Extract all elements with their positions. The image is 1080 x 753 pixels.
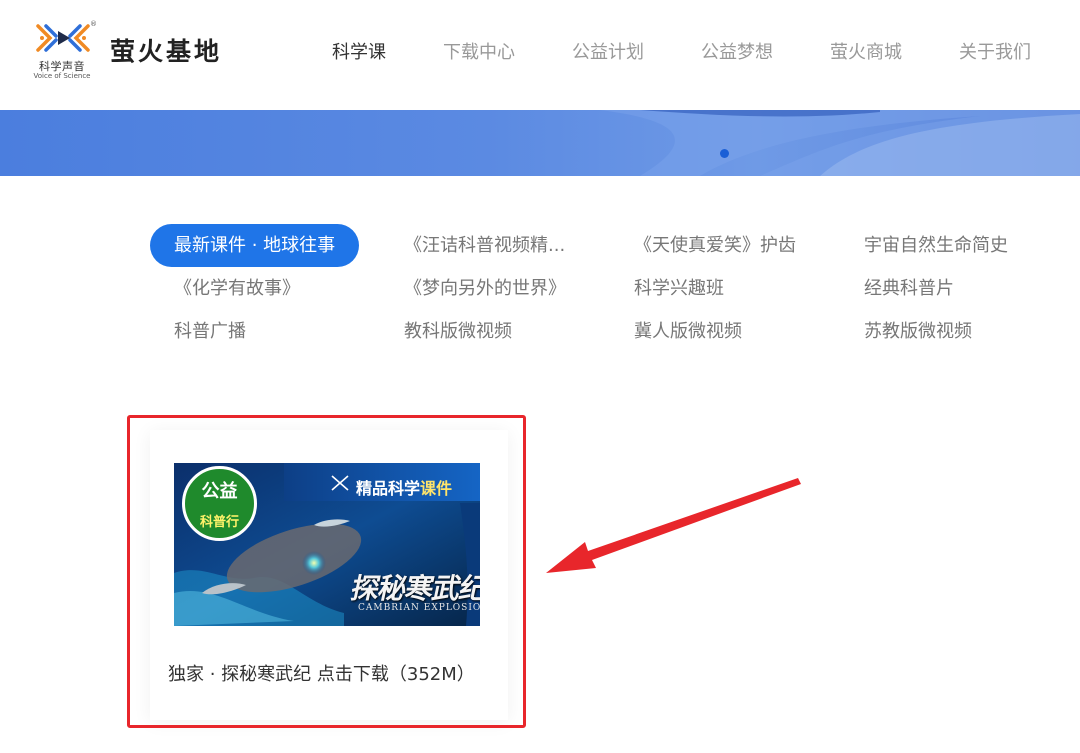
- red-pointer-arrow-icon: [546, 478, 801, 573]
